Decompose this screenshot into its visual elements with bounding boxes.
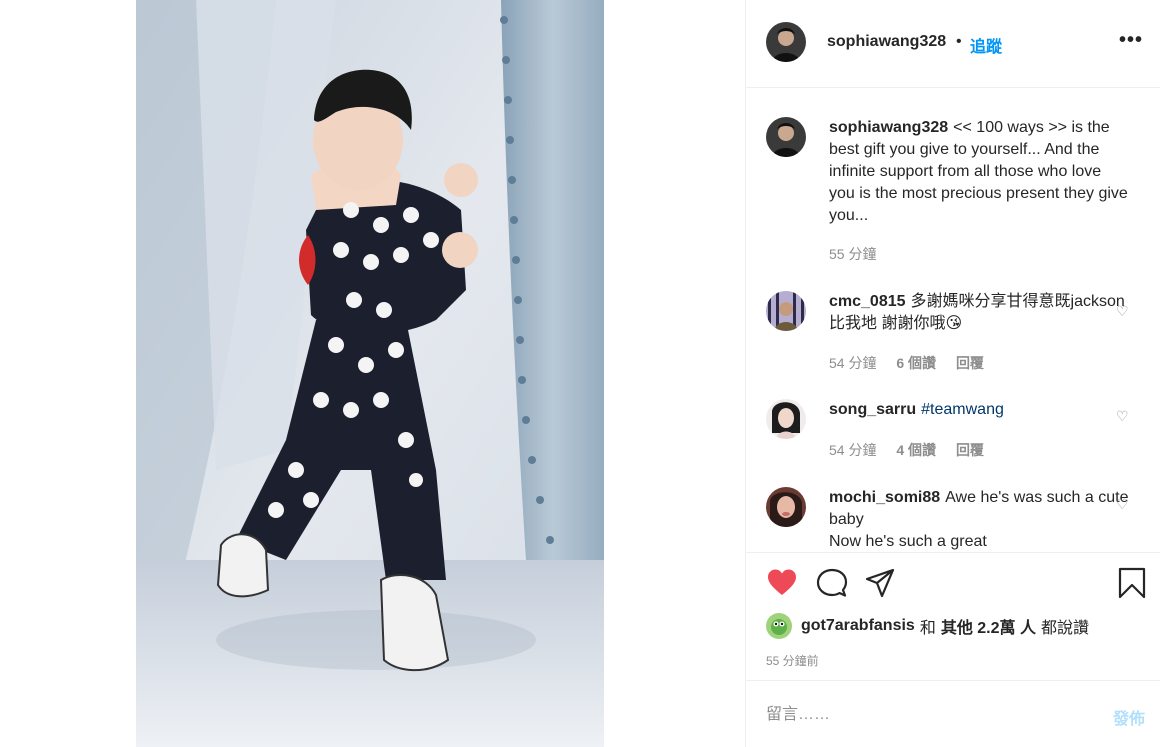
likes-and-text: 和 (919, 620, 936, 637)
likes-summary: got7arabfansis 和 其他 2.2萬 人 都說讚 (766, 613, 1094, 639)
caption-author[interactable]: sophiawang328 (829, 119, 948, 136)
author-avatar[interactable] (766, 22, 806, 62)
media-pane (0, 0, 745, 747)
comment-reply-button[interactable]: 回覆 (956, 442, 984, 458)
post-timestamp[interactable]: 55 分鐘前 (766, 652, 819, 669)
author-username[interactable]: sophiawang328 (827, 33, 946, 51)
post-sidebar: sophiawang328 • 追蹤 ••• sophiawang328 << 1… (745, 0, 1160, 747)
post-comment-button[interactable]: 發佈 (1113, 705, 1145, 729)
like-heart-filled-icon-graphic (768, 569, 796, 595)
commenter-avatar[interactable] (766, 487, 806, 527)
comment-bubble-icon[interactable] (816, 567, 848, 599)
post-header: sophiawang328 • 追蹤 ••• (746, 0, 1160, 88)
comment-like-heart-icon[interactable]: ♡ (1116, 408, 1129, 425)
caption-avatar-image (766, 117, 806, 157)
comment-time[interactable]: 54 分鐘 (829, 355, 876, 371)
post-photo-image (136, 0, 604, 747)
comment-author[interactable]: song_sarru (829, 401, 916, 418)
share-paper-plane-icon[interactable] (864, 567, 896, 599)
comment-text-block: mochi_somi88 Awe he's was such a cute bab… (829, 487, 1129, 552)
comment-composer: 發佈 (746, 680, 1160, 747)
separator-dot: • (956, 33, 962, 50)
caption-meta: 55 分鐘 (829, 244, 892, 264)
comments-list[interactable]: sophiawang328 << 100 ways >> is the best … (746, 89, 1160, 552)
comment-text-block: cmc_0815 多謝媽咪分享甘得意既jackson比我地 謝謝你哦😘 (829, 291, 1129, 335)
liker-username[interactable]: got7arabfansis (801, 617, 915, 635)
commenter-avatar[interactable] (766, 291, 806, 331)
comment-likes-count[interactable]: 6 個讚 (896, 355, 936, 371)
post-actions: got7arabfansis 和 其他 2.2萬 人 都說讚 55 分鐘前 (746, 552, 1160, 680)
like-heart-filled-icon[interactable] (766, 567, 798, 599)
likes-said-text: 都說讚 (1040, 620, 1089, 637)
comment-time[interactable]: 54 分鐘 (829, 442, 876, 458)
author-avatar-image (766, 22, 806, 62)
comment-input[interactable] (766, 701, 1086, 729)
comment-meta: 54 分鐘 6 個讚 回覆 (829, 353, 1000, 373)
comment-reply-button[interactable]: 回覆 (956, 355, 984, 371)
follow-button[interactable]: 追蹤 (970, 33, 1002, 57)
commenter-avatar-image (766, 487, 806, 527)
caption-time[interactable]: 55 分鐘 (829, 246, 876, 262)
share-paper-plane-icon-graphic (865, 568, 895, 598)
comment-text-continued: Now he's such a great (829, 533, 987, 550)
commenter-avatar[interactable] (766, 399, 806, 439)
post-photo[interactable] (136, 0, 604, 747)
comment-bubble-icon-graphic (816, 568, 848, 597)
comment-author[interactable]: cmc_0815 (829, 293, 906, 310)
comment-hashtag[interactable]: #teamwang (921, 401, 1004, 418)
liker-avatar-image (766, 613, 792, 639)
comment-likes-count[interactable]: 4 個讚 (896, 442, 936, 458)
commenter-avatar-image (766, 291, 806, 331)
comment-like-heart-icon[interactable]: ♡ (1116, 496, 1129, 513)
comment-meta: 54 分鐘 4 個讚 回覆 (829, 440, 1000, 460)
comment-like-heart-icon[interactable]: ♡ (1116, 303, 1129, 320)
commenter-avatar-image (766, 399, 806, 439)
likes-others-count[interactable]: 其他 2.2萬 人 (941, 614, 1036, 638)
caption-avatar[interactable] (766, 117, 806, 157)
more-options-icon[interactable]: ••• (1119, 29, 1143, 52)
caption-text-block: sophiawang328 << 100 ways >> is the best … (829, 117, 1129, 227)
comment-text-block: song_sarru #teamwang (829, 399, 1129, 421)
save-bookmark-icon[interactable] (1116, 567, 1148, 599)
save-bookmark-icon-graphic (1118, 567, 1146, 599)
liker-avatar[interactable] (766, 613, 792, 639)
comment-author[interactable]: mochi_somi88 (829, 489, 940, 506)
